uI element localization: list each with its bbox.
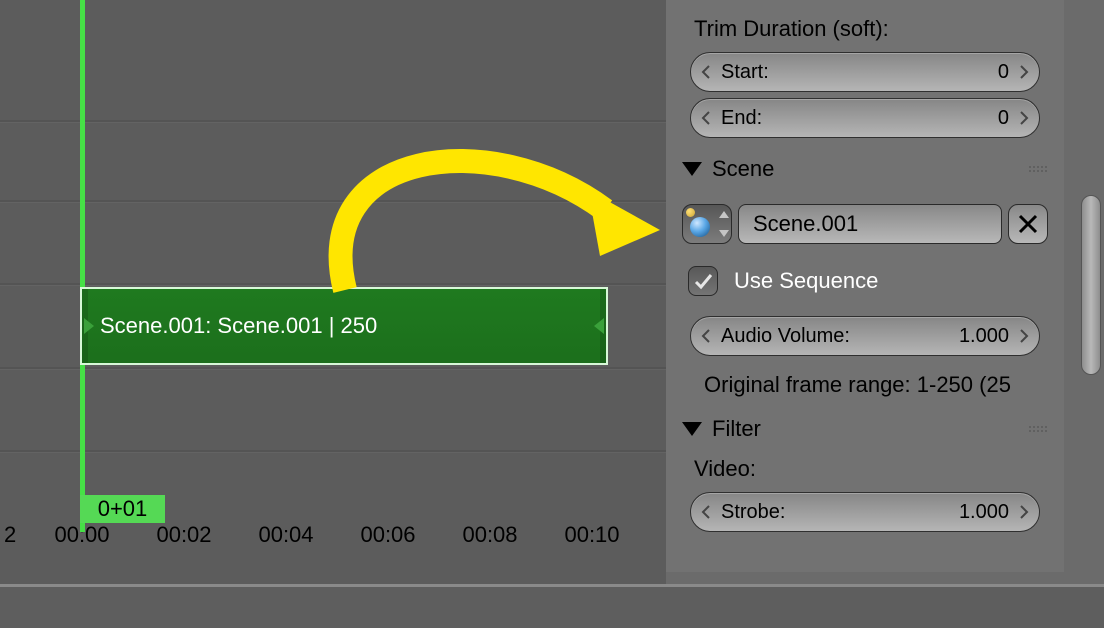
filter-section-title: Filter: [712, 416, 761, 442]
chevron-left-icon[interactable]: [697, 505, 715, 519]
audio-volume-field[interactable]: Audio Volume: 1.000: [690, 316, 1040, 356]
disclosure-triangle-icon: [682, 162, 702, 176]
use-sequence-label: Use Sequence: [734, 268, 878, 294]
chevron-right-icon[interactable]: [1015, 505, 1033, 519]
chevron-right-icon[interactable]: [1015, 329, 1033, 343]
panel-scrollbar[interactable]: [1081, 195, 1101, 375]
track-divider: [0, 283, 666, 285]
close-icon: [1017, 213, 1039, 235]
strobe-value: 1.000: [959, 501, 1009, 524]
ruler-tick: 00:08: [462, 522, 517, 548]
scene-datablock-picker[interactable]: [682, 204, 732, 244]
scene-section-title: Scene: [712, 156, 774, 182]
trim-end-value: 0: [998, 107, 1009, 130]
chevron-right-icon[interactable]: [1015, 111, 1033, 125]
use-sequence-checkbox[interactable]: [688, 266, 718, 296]
chevron-left-icon[interactable]: [697, 329, 715, 343]
scene-name-text: Scene.001: [753, 211, 858, 237]
filter-section-header[interactable]: Filter: [682, 416, 1048, 442]
drag-handle-icon[interactable]: [1028, 165, 1048, 173]
trim-start-value: 0: [998, 61, 1009, 84]
chevron-right-icon[interactable]: [1015, 65, 1033, 79]
track-divider: [0, 120, 666, 122]
scene-strip[interactable]: Scene.001: Scene.001 | 250: [80, 287, 608, 365]
track-divider: [0, 450, 666, 452]
check-icon: [693, 271, 713, 291]
chevron-left-icon[interactable]: [697, 111, 715, 125]
trim-end-label: End:: [721, 107, 762, 130]
ruler-tick: 00:10: [564, 522, 619, 548]
ruler-tick: 00:04: [258, 522, 313, 548]
scene-unlink-button[interactable]: [1008, 204, 1048, 244]
ruler-tick: 2: [4, 522, 16, 548]
audio-volume-label: Audio Volume:: [721, 325, 850, 348]
strip-handle-right[interactable]: [600, 289, 606, 363]
audio-volume-value: 1.000: [959, 325, 1009, 348]
video-subtitle: Video:: [694, 456, 1044, 482]
playhead[interactable]: [80, 0, 85, 532]
track-divider: [0, 367, 666, 369]
original-frame-range: Original frame range: 1-250 (25: [704, 372, 1044, 398]
trim-start-field[interactable]: Start: 0: [690, 52, 1040, 92]
trim-end-field[interactable]: End: 0: [690, 98, 1040, 138]
playhead-frame-badge: 0+01: [80, 495, 165, 523]
properties-panel: Trim Duration (soft): Start: 0 End: 0 Sc…: [666, 0, 1064, 572]
scene-section-header[interactable]: Scene: [682, 156, 1048, 182]
chevron-left-icon[interactable]: [697, 65, 715, 79]
drag-handle-icon[interactable]: [1028, 425, 1048, 433]
strobe-label: Strobe:: [721, 501, 785, 524]
vse-tracks[interactable]: [0, 0, 666, 532]
scene-name-field[interactable]: Scene.001: [738, 204, 1002, 244]
trim-start-label: Start:: [721, 61, 769, 84]
strobe-field[interactable]: Strobe: 1.000: [690, 492, 1040, 532]
strip-handle-left[interactable]: [82, 289, 88, 363]
ruler-tick: 00:06: [360, 522, 415, 548]
ruler-tick: 00:02: [156, 522, 211, 548]
strip-label: Scene.001: Scene.001 | 250: [100, 313, 377, 339]
track-divider: [0, 200, 666, 202]
disclosure-triangle-icon: [682, 422, 702, 436]
bottom-timeline-area[interactable]: [0, 584, 1104, 628]
trim-title: Trim Duration (soft):: [694, 16, 1044, 42]
